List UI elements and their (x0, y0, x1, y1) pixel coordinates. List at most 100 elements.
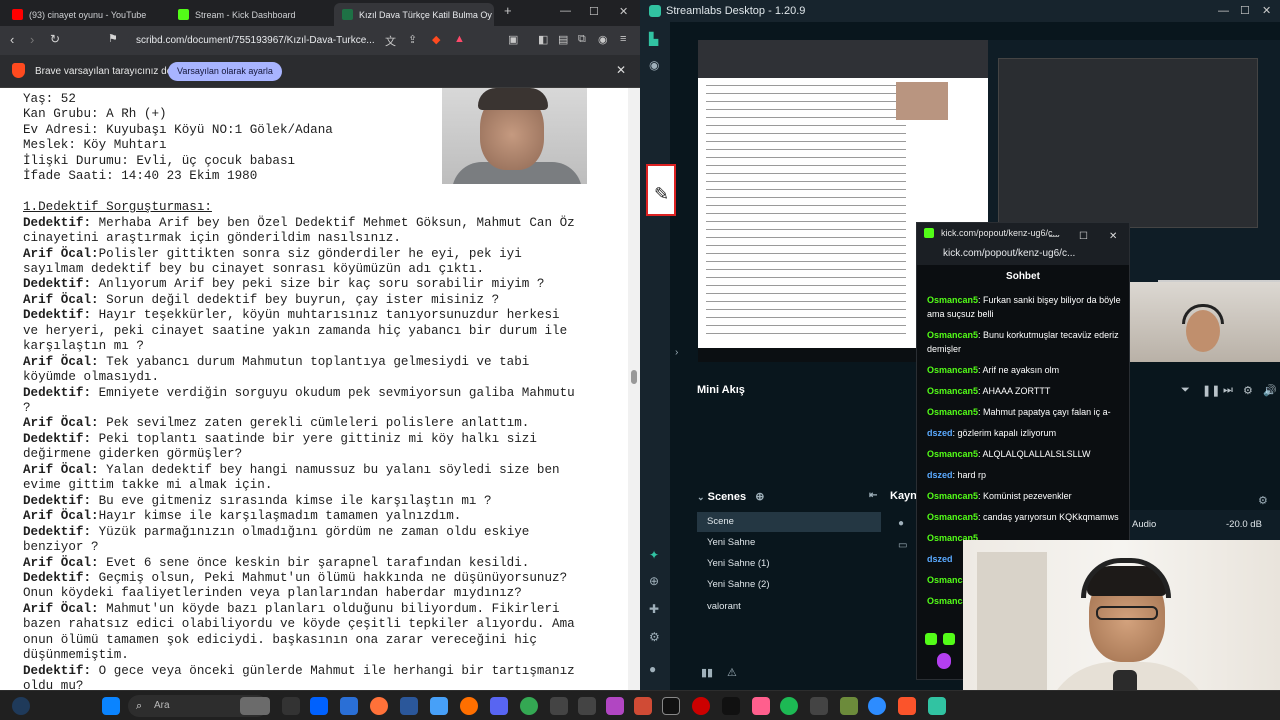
maximize-icon[interactable]: ☐ (589, 5, 599, 18)
chat-message: Osmancan5: Komünist pezevenkler (927, 489, 1123, 503)
close-window-icon[interactable]: ✕ (619, 5, 628, 18)
line-text: değirmene giderken görmüşler? (23, 447, 243, 462)
minimize-icon[interactable]: — (560, 5, 571, 17)
weather-icon[interactable] (12, 697, 30, 715)
chat-username[interactable]: Osmancan5 (927, 512, 978, 522)
chat-username[interactable]: dszed (927, 470, 953, 480)
minimize-icon[interactable]: — (1218, 0, 1229, 22)
skip-icon[interactable]: ⏭ (1223, 384, 1233, 397)
dropbox-icon[interactable] (310, 697, 328, 715)
notion-icon[interactable] (662, 697, 680, 715)
chat-username[interactable]: dszed (927, 554, 953, 564)
chat-username[interactable]: Osmancan5 (927, 386, 978, 396)
chat-username[interactable]: Osmancan5 (927, 365, 978, 375)
mixer-settings-icon[interactable]: ⚙ (1258, 494, 1268, 507)
chat-username[interactable]: Osmancan5 (927, 330, 978, 340)
minimize-icon[interactable]: — (1049, 227, 1059, 243)
app-icon[interactable] (722, 697, 740, 715)
infobar-close-icon[interactable]: ✕ (616, 63, 626, 77)
vegas-icon[interactable] (752, 697, 770, 715)
scrollbar-thumb[interactable] (631, 370, 637, 384)
app-icon[interactable] (810, 697, 828, 715)
share-icon[interactable]: ⇪ (408, 33, 417, 46)
scene-item[interactable]: Yeni Sahne (697, 533, 881, 553)
document-line: cinayetini araştırmak için gönderildim n… (23, 231, 401, 245)
mic-icon[interactable] (937, 653, 951, 669)
extensions-icon[interactable]: ⧉ (578, 33, 586, 46)
apps-icon[interactable]: ⊕ (649, 574, 659, 588)
app-icon[interactable] (460, 697, 478, 715)
audio-mixer-row[interactable]: Audio -20.0 dB (1126, 510, 1280, 540)
profile-icon[interactable]: ● (649, 662, 656, 676)
record-icon[interactable]: ◉ (649, 58, 659, 72)
chat-username[interactable]: Osmancan5 (927, 295, 978, 305)
scene-item[interactable]: Scene (697, 512, 881, 532)
document-scrollbar[interactable] (628, 88, 640, 690)
scene-item[interactable]: valorant (697, 597, 881, 617)
emote-icon[interactable] (925, 633, 937, 645)
app-icon[interactable] (550, 697, 568, 715)
firefox-icon[interactable] (370, 697, 388, 715)
spotify-icon[interactable] (780, 697, 798, 715)
expand-icon[interactable]: › (675, 347, 678, 358)
bookmark-icon[interactable]: ⚑ (108, 32, 118, 45)
pause-icon[interactable]: ❚❚ (1202, 384, 1220, 397)
chat-username[interactable]: Osmancan5 (927, 407, 978, 417)
stats-icon[interactable]: ▮▮ (701, 666, 713, 679)
brave-icon[interactable] (898, 697, 916, 715)
scene-item[interactable]: Yeni Sahne (1) (697, 554, 881, 574)
app-icon[interactable] (634, 697, 652, 715)
forward-icon[interactable]: › (30, 32, 34, 47)
chat-username[interactable]: Osmancan5 (927, 491, 978, 501)
maximize-icon[interactable]: ☐ (1079, 227, 1088, 243)
close-icon[interactable]: ✕ (1109, 227, 1117, 243)
back-icon[interactable]: ‹ (10, 32, 14, 47)
task-view-icon[interactable] (282, 697, 300, 715)
add-scene-icon[interactable]: ⊕ (755, 491, 764, 503)
settings-icon[interactable]: ⚙ (649, 630, 660, 644)
zoom-icon[interactable] (868, 697, 886, 715)
chat-username[interactable]: dszed (927, 428, 953, 438)
scene-collection-icon[interactable]: ⇤ (869, 490, 877, 501)
onenote-icon[interactable] (606, 697, 624, 715)
volume-icon[interactable]: 🔊 (1263, 384, 1277, 397)
editor-icon[interactable]: ▙ (649, 32, 658, 46)
maximize-icon[interactable]: ☐ (1240, 0, 1250, 22)
set-default-button[interactable]: Varsayılan olarak ayarla (168, 62, 282, 81)
close-window-icon[interactable]: ✕ (1262, 0, 1271, 22)
widget-icon[interactable] (240, 697, 270, 715)
menu-icon[interactable]: ≡ (620, 33, 626, 45)
new-tab-button[interactable]: + (504, 3, 512, 18)
collapse-icon[interactable]: ⌄ (697, 492, 705, 502)
word-icon[interactable] (400, 697, 418, 715)
vpn-icon[interactable]: ◉ (598, 33, 608, 46)
discord-icon[interactable] (490, 697, 508, 715)
streamlabs-icon[interactable] (928, 697, 946, 715)
themes-icon[interactable]: ✦ (649, 548, 659, 562)
chat-username[interactable]: Osmancan5 (927, 449, 978, 459)
opera-icon[interactable] (692, 697, 710, 715)
highlighter-icon[interactable]: ✚ (649, 602, 659, 616)
tab-youtube[interactable]: (93) cinayet oyunu - YouTube (4, 3, 164, 26)
chrome-icon[interactable] (520, 697, 538, 715)
tab-scribd[interactable]: Kızıl Dava Türkçe Katil Bulma Oy ✕ (334, 3, 494, 26)
emote-icon[interactable] (943, 633, 955, 645)
tab-kick-dashboard[interactable]: Stream - Kick Dashboard (170, 3, 330, 26)
brave-rewards-icon[interactable]: ▲ (454, 33, 465, 45)
sidebar-icon[interactable]: ◧ (538, 33, 548, 46)
store-icon[interactable] (430, 697, 448, 715)
minecraft-icon[interactable] (840, 697, 858, 715)
brave-shields-icon[interactable]: ◆ (432, 33, 440, 46)
windows-start-icon[interactable] (102, 697, 120, 715)
popout-url-bar[interactable]: kick.com/popout/kenz-ug6/c... (917, 243, 1129, 265)
file-explorer-icon[interactable] (340, 697, 358, 715)
reload-icon[interactable]: ↻ (50, 32, 60, 46)
settings-icon[interactable]: ⚙ (1243, 384, 1253, 397)
notification-icon[interactable]: ⚠ (727, 666, 737, 679)
cast-icon[interactable]: ▣ (508, 33, 518, 46)
scene-item[interactable]: Yeni Sahne (2) (697, 575, 881, 595)
wallet-icon[interactable]: ▤ (558, 33, 568, 46)
translate-icon[interactable]: 文 (385, 33, 396, 49)
app-icon[interactable] (578, 697, 596, 715)
filter-icon[interactable]: ⏷ (1181, 384, 1190, 397)
